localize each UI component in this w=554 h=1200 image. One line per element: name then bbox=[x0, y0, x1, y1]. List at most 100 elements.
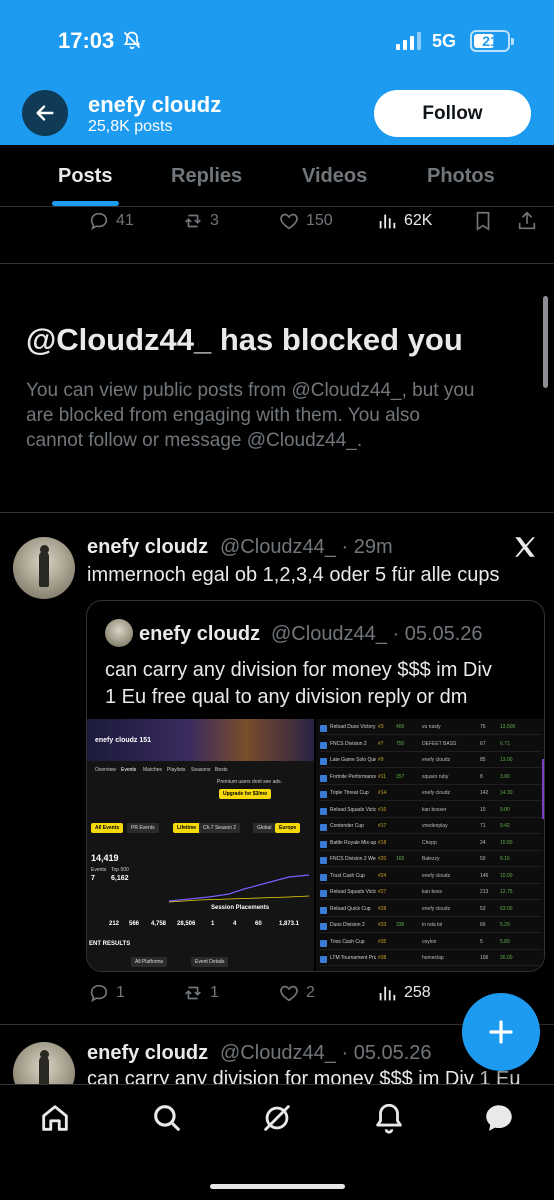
scrollbar[interactable] bbox=[543, 296, 548, 388]
event-stat: 3.00 bbox=[500, 773, 510, 780]
event-points: 24 bbox=[480, 839, 486, 846]
event-row: Reload Squads Victory Cup#16 kan bosser 10… bbox=[320, 806, 542, 818]
event-stat: 9.00 bbox=[500, 806, 510, 813]
event-row: Reload Squads Victory Cup#27 kan boss 213 1… bbox=[320, 888, 542, 900]
tab-videos[interactable]: Videos bbox=[302, 165, 367, 188]
event-name: Trust Cash Cup bbox=[330, 872, 365, 879]
compose-button[interactable] bbox=[462, 993, 540, 1071]
event-name: Battle Royale Mix-up Monday bbox=[330, 839, 376, 846]
screenshot-points: 14,419 bbox=[91, 853, 119, 863]
profile-name: enefy cloudz bbox=[88, 92, 222, 117]
divider bbox=[0, 263, 554, 264]
reply-button[interactable]: 1 bbox=[88, 982, 125, 1004]
event-row: Triple Threat Cup #14 enefy cloudz 142 14.30 bbox=[320, 789, 542, 801]
event-rank: #35 bbox=[378, 938, 387, 945]
repost-icon bbox=[185, 214, 201, 228]
event-points: 67 bbox=[480, 740, 486, 747]
compose-icon bbox=[489, 1020, 513, 1044]
post-count: 25,8K posts bbox=[88, 118, 173, 135]
event-player: kan boss bbox=[422, 889, 443, 895]
profile-tabs: Posts Replies Videos Photos bbox=[0, 145, 554, 207]
event-icon bbox=[320, 824, 327, 831]
event-row: Trust Cash Cup #24 enefy cloudz 146 10.00 bbox=[320, 872, 542, 884]
post-author-name[interactable]: enefy cloudz bbox=[87, 536, 208, 559]
post-author-handle[interactable]: @Cloudz44_ · 05.05.26 bbox=[220, 1042, 432, 1065]
event-row: Late Game Solo Quick Cup#9 enefy cloudz 85… bbox=[320, 756, 542, 768]
status-time: 17:03 bbox=[58, 28, 115, 53]
quoted-text: can carry any division for money $$$ im … bbox=[105, 657, 525, 711]
event-points: 8 bbox=[480, 773, 483, 780]
event-player: vnedenplay bbox=[422, 823, 448, 829]
event-name: Fortnite Performance Evaluation bbox=[330, 773, 376, 780]
screenshot-search: Event Details bbox=[191, 957, 229, 967]
event-row: Reload Quick Cup #28 enefy cloudz 53 63.00 bbox=[320, 905, 542, 917]
event-pr: 750 bbox=[396, 740, 405, 747]
event-icon bbox=[320, 741, 327, 749]
notifications-icon[interactable] bbox=[372, 1101, 406, 1135]
bookmark-button[interactable] bbox=[472, 210, 494, 232]
event-stat: 9.42 bbox=[500, 823, 510, 829]
event-stat: 6.71 bbox=[500, 740, 510, 747]
event-icon bbox=[320, 807, 327, 815]
battery-level: 21 bbox=[482, 33, 498, 49]
quoted-post[interactable]: enefy cloudz @Cloudz44_ · 05.05.26 can c… bbox=[86, 600, 545, 972]
screenshot-filter-lifetime: Lifetime bbox=[173, 823, 201, 833]
signal-icon bbox=[396, 32, 421, 50]
screenshot-nav-events: Events bbox=[121, 767, 137, 773]
avatar[interactable] bbox=[13, 537, 75, 599]
quoted-avatar bbox=[105, 619, 133, 647]
quoted-text-line-1: can carry any division for money $$$ im … bbox=[105, 659, 492, 681]
bell-off-icon bbox=[123, 31, 141, 50]
divider bbox=[0, 512, 554, 513]
event-name: Triple Threat Cup bbox=[330, 790, 369, 796]
grok-icon[interactable] bbox=[260, 1101, 294, 1135]
screenshot-nav-seasons: Seasons bbox=[191, 767, 211, 773]
screenshot-stat-label-top500: Top 500 bbox=[111, 867, 129, 873]
post-author-name[interactable]: enefy cloudz bbox=[87, 1042, 208, 1065]
search-icon[interactable] bbox=[150, 1101, 184, 1135]
reply-button[interactable]: 41 bbox=[88, 210, 134, 232]
media-image-events-table[interactable]: Reload Duos Victory Cup#3 400 vu nasty 75 13… bbox=[316, 719, 544, 971]
network-type: 5G bbox=[432, 31, 457, 51]
tab-photos[interactable]: Photos bbox=[427, 165, 495, 188]
event-icon bbox=[320, 840, 327, 848]
event-name: Reload Quick Cup bbox=[330, 905, 371, 912]
like-button[interactable]: 150 bbox=[278, 210, 333, 232]
screenshot-session-title: Session Placements bbox=[211, 905, 270, 911]
status-bar: 17:03 5G 21 bbox=[0, 0, 554, 80]
like-button[interactable]: 2 bbox=[278, 982, 315, 1004]
quoted-author-handle: @Cloudz44_ · 05.05.26 bbox=[271, 623, 483, 645]
event-icon bbox=[320, 857, 327, 864]
repost-button[interactable]: 3 bbox=[182, 210, 219, 232]
views-button[interactable]: 62K bbox=[376, 210, 432, 232]
event-rank: #11 bbox=[378, 773, 386, 780]
event-player: kan bosser bbox=[422, 806, 447, 813]
event-stat: 63.00 bbox=[500, 905, 513, 912]
x-logo-icon[interactable] bbox=[512, 534, 538, 560]
screenshot-session-v4: 1 bbox=[211, 921, 215, 927]
event-icon bbox=[320, 774, 327, 782]
repost-button[interactable]: 1 bbox=[182, 982, 219, 1004]
post-actions-top: 41 3 150 62K bbox=[0, 210, 554, 240]
like-icon bbox=[280, 985, 298, 1002]
event-row: Reload Duos Victory Cup#3 400 vu nasty 75 13… bbox=[320, 723, 542, 735]
post-author-handle[interactable]: @Cloudz44_ · 29m bbox=[220, 536, 393, 559]
home-icon[interactable] bbox=[38, 1101, 72, 1135]
messages-icon[interactable] bbox=[482, 1101, 516, 1135]
event-row: FNCS Division 2 Week 2 Day 2#20 165 Balezz… bbox=[320, 855, 542, 867]
screenshot-session-v0: 212 bbox=[109, 921, 120, 927]
follow-button[interactable]: Follow bbox=[374, 90, 531, 137]
event-icon bbox=[320, 906, 327, 914]
event-name: LTM Tournament Prize In Loco bbox=[330, 955, 376, 961]
event-stat: 8.16 bbox=[500, 856, 510, 862]
share-button[interactable] bbox=[516, 210, 538, 232]
views-button[interactable]: 258 bbox=[376, 982, 431, 1004]
media-image-profile-stats[interactable]: enefy cloudz 151 Overview Events Matches… bbox=[87, 719, 314, 971]
tab-posts[interactable]: Posts bbox=[58, 165, 112, 188]
screenshot-filter-pr-events: PR Events bbox=[127, 823, 159, 833]
event-row: LTM Tournament Prize In Loco#38 homeclap 1… bbox=[320, 954, 542, 966]
back-button[interactable] bbox=[22, 90, 68, 136]
event-stat: 10.00 bbox=[500, 872, 513, 879]
event-player: Chopp bbox=[422, 839, 437, 846]
tab-replies[interactable]: Replies bbox=[171, 165, 242, 188]
